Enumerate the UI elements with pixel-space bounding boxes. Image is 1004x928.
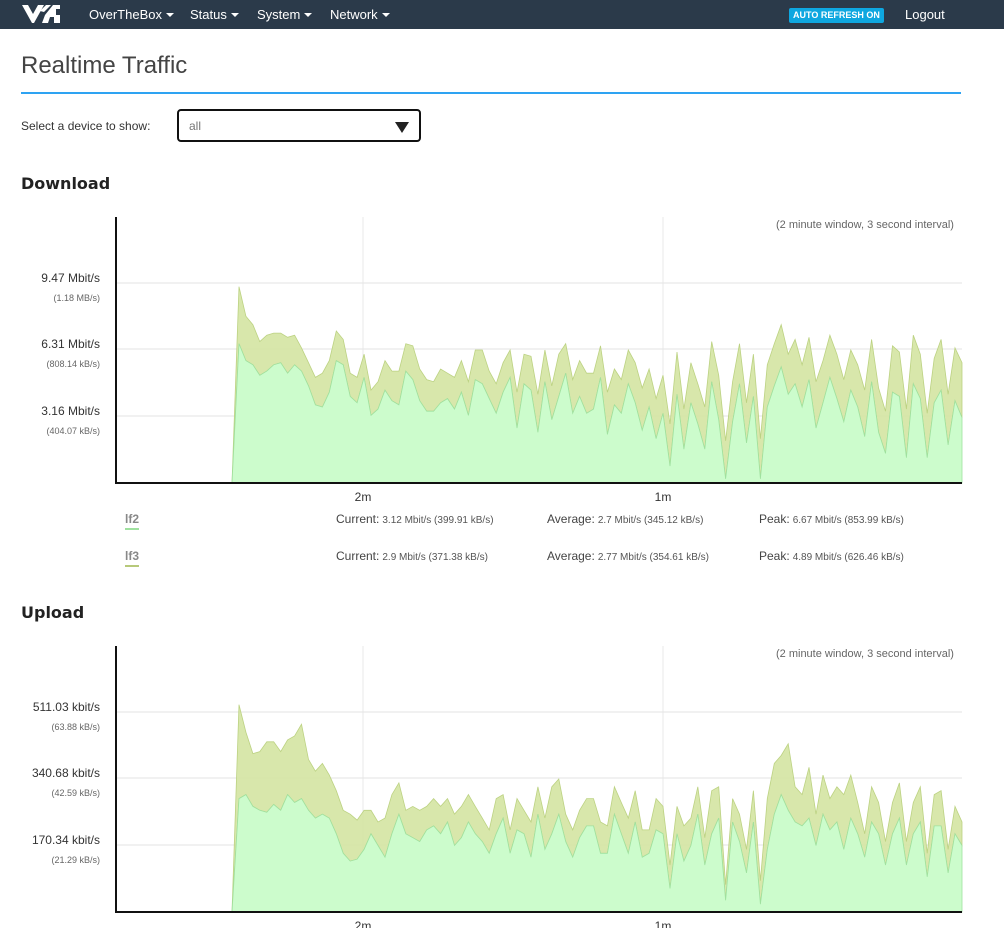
upload-y-tick-sublabel: (21.29 kB/s): [51, 855, 100, 865]
download-y-tick-label: 6.31 Mbit/s: [41, 337, 100, 351]
upload-y-tick-label: 170.34 kbit/s: [32, 833, 100, 847]
legend-name-lf3: lf3: [125, 549, 140, 567]
upload-y-tick-label: 340.68 kbit/s: [32, 766, 100, 780]
upload-y-tick-label: 511.03 kbit/s: [33, 700, 100, 714]
upload-y-tick-sublabel: (42.59 kB/s): [51, 788, 100, 798]
upload-y-tick-sublabel: (63.88 kB/s): [51, 722, 100, 732]
download-y-tick-label: 3.16 Mbit/s: [41, 404, 100, 418]
upload-x-tick-label: 2m: [355, 919, 372, 928]
download-y-tick-sublabel: (404.07 kB/s): [46, 426, 100, 436]
download-window-note: (2 minute window, 3 second interval): [776, 219, 954, 231]
download-x-tick-label: 1m: [655, 490, 672, 504]
upload-x-tick-label: 1m: [655, 919, 672, 928]
download-y-tick-sublabel: (808.14 kB/s): [46, 359, 100, 369]
stat-peak-lf2: Peak: 6.67 Mbit/s (853.99 kB/s): [759, 512, 904, 526]
legend-name-lf2: lf2: [125, 512, 140, 530]
stat-average-lf2: Average: 2.7 Mbit/s (345.12 kB/s): [547, 512, 704, 526]
download-chart-svg: 9.47 Mbit/s (1.18 MB/s) 6.31 Mbit/s (808.14…: [32, 217, 963, 928]
stat-current-lf3: Current: 2.9 Mbit/s (371.38 kB/s): [336, 549, 488, 563]
upload-title: Upload: [21, 603, 85, 622]
download-x-tick-label: 2m: [355, 490, 372, 504]
stat-current-lf2: Current: 3.12 Mbit/s (399.91 kB/s): [336, 512, 494, 526]
download-legend-lf2: lf2 Current: 3.12 Mbit/s (399.91 kB/s) Av…: [0, 512, 1004, 536]
download-chart: 9.47 Mbit/s (1.18 MB/s) 6.31 Mbit/s (808.14…: [0, 0, 1004, 928]
upload-window-note: (2 minute window, 3 second interval): [776, 648, 954, 660]
stat-average-lf3: Average: 2.77 Mbit/s (354.61 kB/s): [547, 549, 709, 563]
download-y-tick-label: 9.47 Mbit/s: [41, 271, 100, 285]
stat-peak-lf3: Peak: 4.89 Mbit/s (626.46 kB/s): [759, 549, 904, 563]
download-y-tick-sublabel: (1.18 MB/s): [53, 293, 100, 303]
download-legend-lf3: lf3 Current: 2.9 Mbit/s (371.38 kB/s) Ave…: [0, 549, 1004, 573]
